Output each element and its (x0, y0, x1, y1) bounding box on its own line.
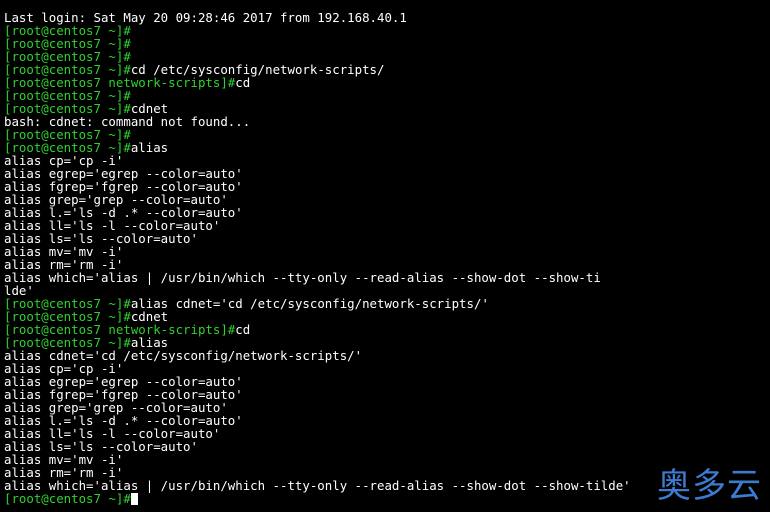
terminal-line: [root@centos7 ~]# (4, 492, 770, 505)
command-text: cd (235, 322, 251, 337)
command-text: cd (235, 75, 251, 90)
command-text: alias cdnet='cd /etc/sysconfig/network-s… (130, 296, 489, 311)
text-cursor (130, 493, 138, 505)
output-text: alias which='alias | /usr/bin/which --tt… (4, 270, 601, 285)
terminal-output: Last login: Sat May 20 09:28:46 2017 fro… (4, 11, 770, 505)
command-text: alias (130, 140, 169, 155)
watermark-logo: 奥多云 (657, 466, 762, 506)
terminal-window[interactable]: Last login: Sat May 20 09:28:46 2017 fro… (0, 0, 770, 512)
terminal-line: alias which='alias | /usr/bin/which --tt… (4, 271, 770, 284)
shell-prompt: [root@centos7 ~]# (4, 491, 131, 506)
